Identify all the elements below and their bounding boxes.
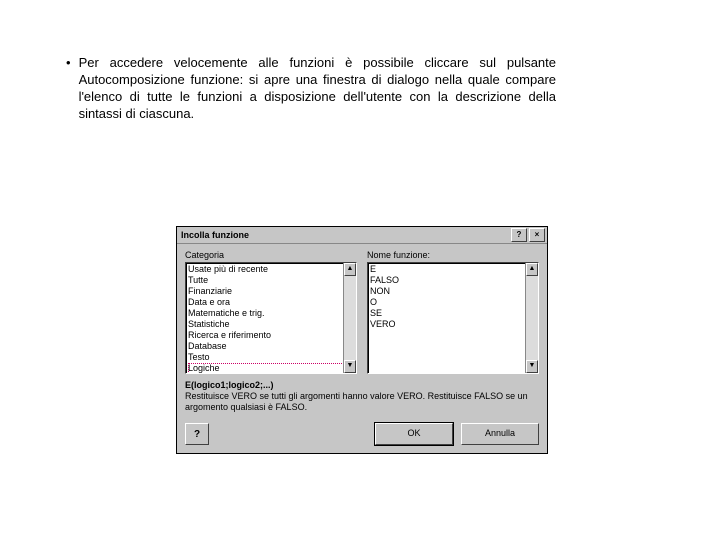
list-item[interactable]: Statistiche <box>188 319 354 330</box>
function-name-label: Nome funzione: <box>367 250 539 260</box>
help-icon: ? <box>194 429 200 440</box>
category-scrollbar[interactable]: ▲ ▼ <box>343 263 356 373</box>
function-description: Restituisce VERO se tutti gli argomenti … <box>185 391 539 413</box>
function-scrollbar[interactable]: ▲ ▼ <box>525 263 538 373</box>
scroll-down-icon[interactable]: ▼ <box>344 360 356 373</box>
scroll-down-icon[interactable]: ▼ <box>526 360 538 373</box>
bullet-dot: • <box>66 54 79 71</box>
list-item[interactable]: Logiche <box>188 363 354 374</box>
function-listbox[interactable]: EFALSONONOSEVERO ▲ ▼ <box>367 262 539 374</box>
list-item[interactable]: NON <box>370 286 536 297</box>
bullet-paragraph: • Per accedere velocemente alle funzioni… <box>66 54 556 122</box>
list-item[interactable]: Tutte <box>188 275 354 286</box>
list-item[interactable]: E <box>370 264 536 275</box>
dialog-title: Incolla funzione <box>179 230 509 240</box>
titlebar-help-button[interactable]: ? <box>511 228 527 242</box>
list-item[interactable]: Ricerca e riferimento <box>188 330 354 341</box>
list-item[interactable]: Database <box>188 341 354 352</box>
cancel-button[interactable]: Annulla <box>461 423 539 445</box>
paste-function-dialog: Incolla funzione ? × Categoria Usate più… <box>176 226 548 454</box>
scroll-up-icon[interactable]: ▲ <box>344 263 356 276</box>
list-item[interactable]: FALSO <box>370 275 536 286</box>
list-item[interactable]: VERO <box>370 319 536 330</box>
list-item[interactable]: Finanziarie <box>188 286 354 297</box>
ok-button[interactable]: OK <box>375 423 453 445</box>
list-item[interactable]: Data e ora <box>188 297 354 308</box>
titlebar[interactable]: Incolla funzione ? × <box>177 227 547 244</box>
list-item[interactable]: Testo <box>188 352 354 363</box>
list-item[interactable]: Usate più di recente <box>188 264 354 275</box>
scroll-up-icon[interactable]: ▲ <box>526 263 538 276</box>
category-listbox[interactable]: Usate più di recenteTutteFinanziarieData… <box>185 262 357 374</box>
function-syntax: E(logico1;logico2;...) <box>185 380 539 390</box>
help-button[interactable]: ? <box>185 423 209 445</box>
list-item[interactable]: O <box>370 297 536 308</box>
bullet-text: Per accedere velocemente alle funzioni è… <box>79 54 556 122</box>
scroll-track[interactable] <box>344 276 356 360</box>
list-item[interactable]: Matematiche e trig. <box>188 308 354 319</box>
list-item[interactable]: SE <box>370 308 536 319</box>
scroll-track[interactable] <box>526 276 538 360</box>
titlebar-close-button[interactable]: × <box>529 228 545 242</box>
category-label: Categoria <box>185 250 357 260</box>
